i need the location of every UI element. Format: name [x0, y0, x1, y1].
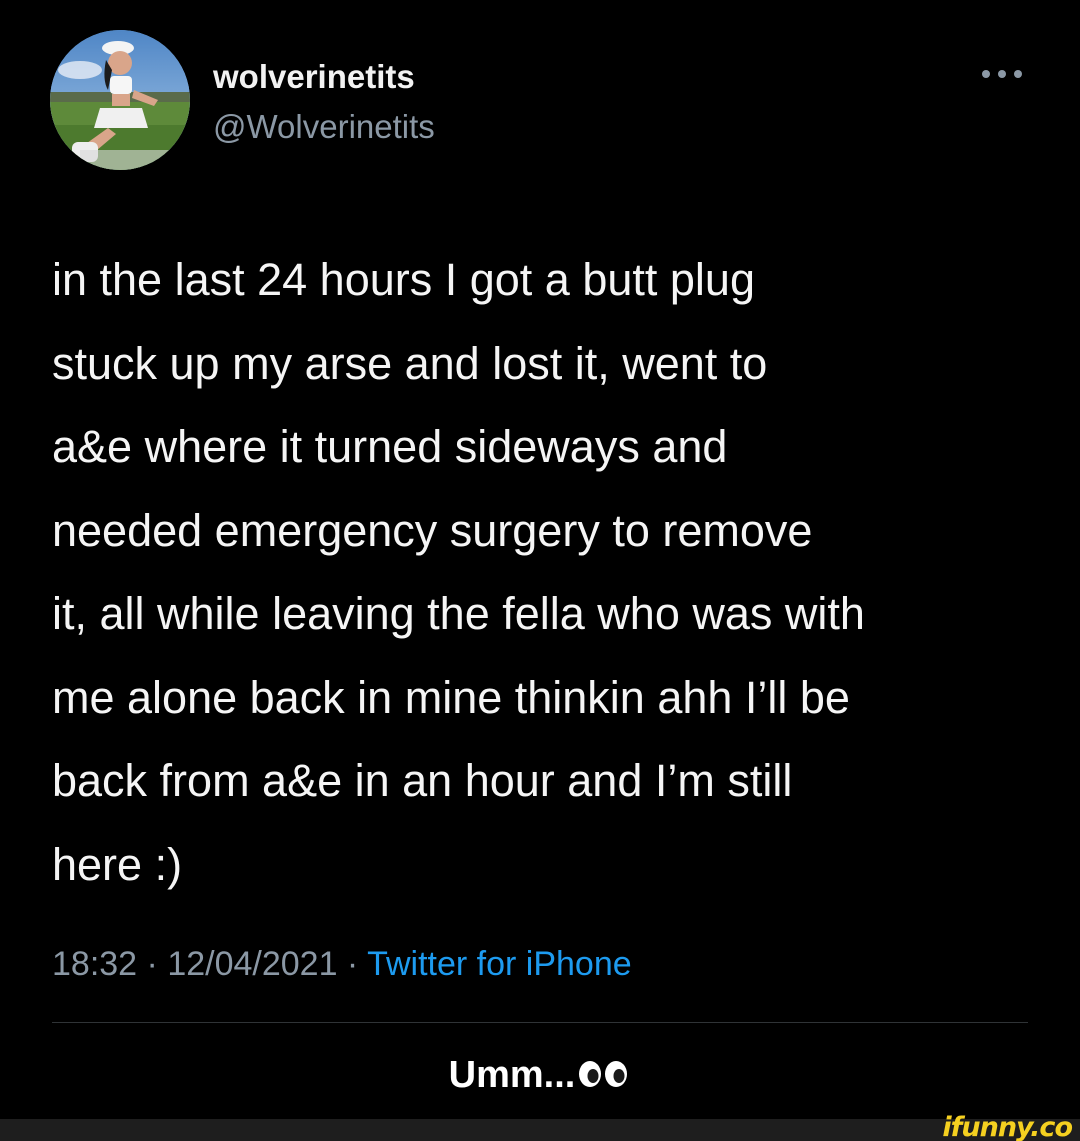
more-options-icon[interactable]: [982, 64, 1022, 84]
avatar[interactable]: [50, 30, 190, 170]
more-dot: [1014, 70, 1022, 78]
ifunny-watermark[interactable]: ifunny.co: [942, 1112, 1073, 1141]
tweet-time[interactable]: 18:32: [52, 945, 137, 983]
tweet-text: in the last 24 hours I got a butt plug s…: [52, 254, 865, 890]
user-handle[interactable]: @Wolverinetits: [213, 108, 435, 146]
meme-caption: Umm...: [0, 1050, 1080, 1102]
tweet-source-link[interactable]: Twitter for iPhone: [367, 945, 632, 983]
tweet-date[interactable]: 12/04/2021: [167, 945, 337, 983]
footer-bar: [0, 1119, 1080, 1141]
more-dot: [998, 70, 1006, 78]
more-dot: [982, 70, 990, 78]
meme-page: wolverinetits @Wolverinetits in the last…: [0, 0, 1080, 1141]
display-name[interactable]: wolverinetits: [213, 58, 415, 96]
avatar-photo: [50, 30, 190, 170]
tweet-header: wolverinetits @Wolverinetits: [50, 30, 1030, 172]
meta-separator: ·: [337, 945, 368, 983]
eyes-emoji-icon: [577, 1052, 631, 1102]
caption-text: Umm...: [448, 1054, 576, 1096]
meta-separator: ·: [137, 945, 168, 983]
divider: [52, 1022, 1028, 1023]
tweet-meta: 18:32 · 12/04/2021 · Twitter for iPhone: [52, 940, 632, 988]
